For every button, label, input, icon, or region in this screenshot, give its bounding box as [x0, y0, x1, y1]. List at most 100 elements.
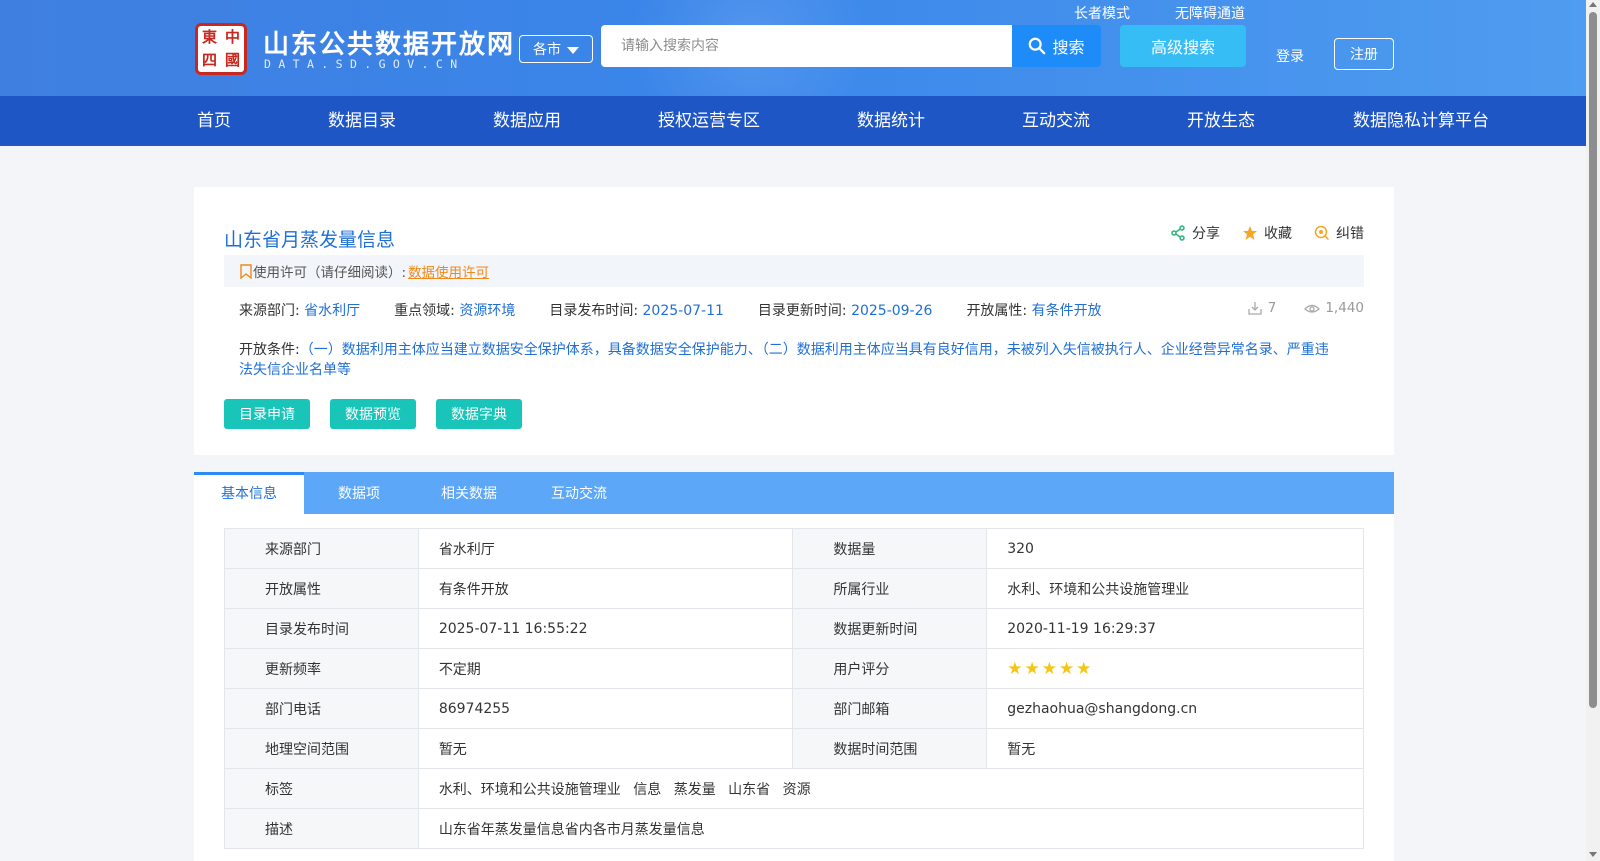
tab-data-items[interactable]: 数据项: [304, 472, 414, 514]
domain-label: 重点领域:: [394, 303, 455, 319]
open-attr-value: 有条件开放: [1031, 303, 1102, 319]
search-button[interactable]: 搜索: [1012, 25, 1101, 67]
license-link[interactable]: 数据使用许可: [408, 261, 489, 281]
dataset-button-row: 目录申请 数据预览 数据字典: [224, 399, 522, 429]
table-row: 标签 水利、环境和公共设施管理业 信息 蒸发量 山东省 资源: [224, 768, 1365, 809]
tag[interactable]: 信息: [633, 782, 661, 798]
scroll-up-arrow-icon[interactable]: [1589, 2, 1597, 7]
publish-label: 目录发布时间:: [549, 303, 639, 319]
share-button[interactable]: 分享: [1170, 223, 1220, 243]
domain-link[interactable]: 资源环境: [459, 303, 515, 319]
info-label: 数据量: [792, 528, 988, 569]
dataset-actions: 分享 收藏 纠错: [1170, 223, 1364, 243]
site-subtitle: DATA.SD.GOV.CN: [264, 57, 465, 71]
catalog-apply-button[interactable]: 目录申请: [224, 399, 310, 429]
view-count: 1,440: [1304, 300, 1364, 316]
update-date: 2025-09-26: [851, 303, 933, 319]
publish-date: 2025-07-11: [642, 303, 724, 319]
nav-item-catalog[interactable]: 数据目录: [328, 96, 396, 146]
info-value: 有条件开放: [417, 568, 794, 609]
search-icon: [1029, 37, 1046, 55]
share-label: 分享: [1192, 226, 1220, 242]
favorite-label: 收藏: [1264, 226, 1292, 242]
dataset-meta: 来源部门: 省水利厅 重点领域: 资源环境 目录发布时间: 2025-07-11…: [239, 300, 1136, 320]
nav-item-interaction[interactable]: 互动交流: [1022, 96, 1090, 146]
table-row: 地理空间范围 暂无 数据时间范围 暂无: [224, 728, 1364, 769]
site-logo-seal[interactable]: 東 中 四 國: [195, 23, 247, 75]
source-dept-link[interactable]: 省水利厅: [304, 303, 360, 319]
nav-item-authorized-ops[interactable]: 授权运营专区: [658, 96, 760, 146]
search-input[interactable]: [601, 25, 1012, 67]
logo-char: 中: [224, 28, 240, 46]
info-value: 2020-11-19 16:29:37: [986, 608, 1364, 649]
table-row: 部门电话 86974255 部门邮箱 gezhaohua@shangdong.c…: [224, 688, 1364, 729]
tag[interactable]: 水利、环境和公共设施管理业: [439, 782, 621, 798]
bookmark-icon: [240, 263, 252, 279]
info-value: 86974255: [417, 688, 794, 729]
license-label: 使用许可（请仔细阅读）:: [253, 265, 407, 281]
nav-item-home[interactable]: 首页: [197, 96, 231, 146]
nav-item-ecosystem[interactable]: 开放生态: [1187, 96, 1255, 146]
view-count-value: 1,440: [1325, 300, 1364, 316]
logo-char: 東: [201, 28, 217, 46]
info-value: 省水利厅: [417, 528, 794, 569]
favorite-button[interactable]: 收藏: [1242, 223, 1292, 243]
info-value: 2025-07-11 16:55:22: [417, 608, 794, 649]
rating-stars[interactable]: ★★★★★: [986, 648, 1364, 689]
download-count-value: 7: [1267, 300, 1277, 316]
info-value: 暂无: [986, 728, 1364, 769]
tag[interactable]: 山东省: [728, 782, 770, 798]
table-row: 开放属性 有条件开放 所属行业 水利、环境和公共设施管理业: [224, 568, 1364, 609]
accessibility-link[interactable]: 无障碍通道: [1175, 3, 1245, 23]
info-label: 所属行业: [792, 568, 988, 609]
info-value: 320: [986, 528, 1364, 569]
report-error-button[interactable]: 纠错: [1314, 223, 1364, 243]
info-label: 标签: [224, 768, 419, 809]
caret-down-icon: [567, 46, 579, 54]
nav-item-privacy-computing[interactable]: 数据隐私计算平台: [1353, 96, 1489, 146]
data-preview-button[interactable]: 数据预览: [330, 399, 416, 429]
open-condition: 开放条件:（一）数据利用主体应当建立数据安全保护体系，具备数据安全保护能力、（二…: [239, 340, 1339, 380]
elder-mode-link[interactable]: 长者模式: [1074, 3, 1130, 23]
table-row: 来源部门 省水利厅 数据量 320: [224, 528, 1364, 569]
tab-related-data[interactable]: 相关数据: [414, 472, 524, 514]
city-select[interactable]: 各市: [519, 35, 593, 63]
nav-item-apps[interactable]: 数据应用: [493, 96, 561, 146]
scrollbar-thumb[interactable]: [1589, 12, 1597, 708]
info-label: 地理空间范围: [224, 728, 419, 769]
info-value: 不定期: [417, 648, 794, 689]
report-icon: [1314, 225, 1330, 241]
tab-interaction[interactable]: 互动交流: [524, 472, 634, 514]
share-icon: [1171, 225, 1185, 241]
info-value: 暂无: [417, 728, 794, 769]
table-row: 目录发布时间 2025-07-11 16:55:22 数据更新时间 2020-1…: [224, 608, 1364, 649]
star-icon: [1243, 226, 1257, 240]
download-count: 7: [1247, 300, 1277, 316]
dataset-detail-card: 山东省月蒸发量信息 分享 收藏 纠错 使用许可（请仔细阅读）: 数据使用许可 来…: [194, 187, 1394, 455]
info-label: 目录发布时间: [224, 608, 419, 649]
page-scrollbar[interactable]: [1586, 0, 1600, 861]
main-nav: 首页 数据目录 数据应用 授权运营专区 数据统计 互动交流 开放生态 数据隐私计…: [0, 96, 1586, 146]
info-value: 水利、环境和公共设施管理业: [986, 568, 1364, 609]
advanced-search-button[interactable]: 高级搜索: [1120, 25, 1246, 67]
info-label: 部门电话: [224, 688, 419, 729]
search-button-label: 搜索: [1052, 38, 1085, 57]
register-button[interactable]: 注册: [1334, 38, 1394, 70]
tag[interactable]: 资源: [783, 782, 811, 798]
info-label: 部门邮箱: [792, 688, 988, 729]
info-label: 来源部门: [224, 528, 419, 569]
logo-char: 四: [201, 51, 217, 69]
login-link[interactable]: 登录: [1276, 46, 1304, 66]
info-label: 数据时间范围: [792, 728, 988, 769]
tab-basic-info[interactable]: 基本信息: [194, 472, 304, 514]
download-icon: [1248, 302, 1262, 315]
scroll-down-arrow-icon[interactable]: [1589, 852, 1597, 857]
nav-item-statistics[interactable]: 数据统计: [857, 96, 925, 146]
table-row: 更新频率 不定期 用户评分 ★★★★★: [224, 648, 1364, 689]
site-title[interactable]: 山东公共数据开放网: [263, 24, 515, 61]
tag[interactable]: 蒸发量: [674, 782, 716, 798]
star-rating-icons[interactable]: ★★★★★: [1007, 659, 1093, 679]
data-dictionary-button[interactable]: 数据字典: [436, 399, 522, 429]
condition-text: （一）数据利用主体应当建立数据安全保护体系，具备数据安全保护能力、（二）数据利用…: [239, 342, 1329, 378]
basic-info-table: 来源部门 省水利厅 数据量 320 开放属性 有条件开放 所属行业 水利、环境和…: [224, 528, 1365, 849]
